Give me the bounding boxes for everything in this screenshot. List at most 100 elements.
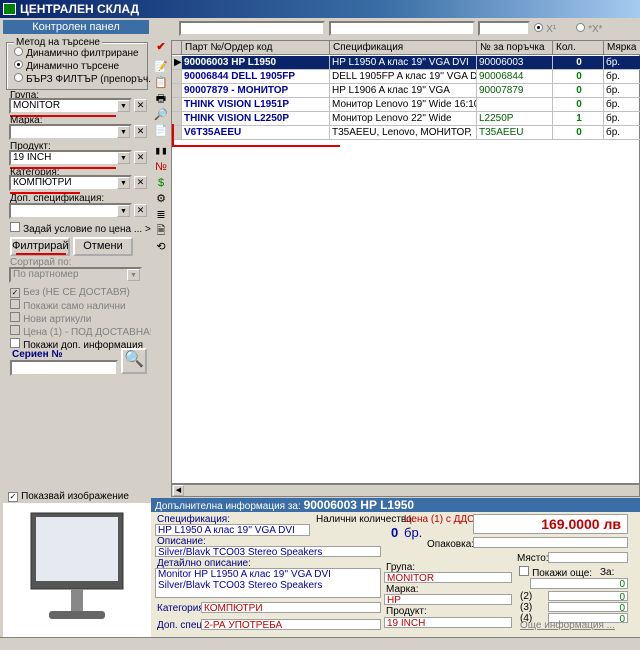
chevron-down-icon[interactable]: ▼ bbox=[117, 100, 130, 112]
cell-order: L2250P bbox=[477, 112, 553, 126]
cell-unit: бр. bbox=[604, 56, 640, 70]
info-header: Допълнителна информация за: 90006003 HP … bbox=[151, 498, 640, 512]
table-row[interactable]: THINK VISION L2250P Монитор Lenovo 22'' W… bbox=[172, 112, 640, 126]
dollar-icon[interactable]: $ bbox=[154, 176, 168, 190]
serial-input[interactable] bbox=[10, 360, 118, 376]
cell-order: T35AEEU bbox=[477, 126, 553, 140]
more-row-value: 0 bbox=[548, 591, 628, 601]
radio-x1[interactable]: X¹ bbox=[534, 23, 556, 35]
radio-selected-icon bbox=[14, 60, 23, 69]
price-condition-checkbox[interactable]: Задай условие по цена ... >> bbox=[10, 222, 157, 235]
info-price-label: Цена (1) с ДДС: bbox=[404, 514, 478, 525]
chevron-down-icon[interactable]: ▼ bbox=[117, 205, 130, 217]
barcode-icon[interactable]: ▮▮ bbox=[154, 144, 168, 158]
document-icon[interactable]: 📄 bbox=[154, 124, 168, 138]
info-category-label: Категория: bbox=[157, 603, 207, 614]
radio-dynamic-filter[interactable]: Динамично филтриране bbox=[14, 47, 139, 59]
cell-spec: Монитор Lenovo 22'' Wide bbox=[330, 112, 477, 126]
copy-icon[interactable]: 📋 bbox=[154, 76, 168, 90]
clear-product-button[interactable]: ✕ bbox=[134, 151, 147, 164]
info-product-label: Продукт: bbox=[386, 606, 427, 617]
list-icon[interactable]: ≣ bbox=[154, 208, 168, 222]
cell-code: THINK VISION L2250P bbox=[182, 112, 330, 126]
info-price-value: 169.0000 лв bbox=[473, 514, 628, 534]
table-row[interactable]: ▶ 90006003 HP L1950 HP L1950 A клас 19'' V… bbox=[172, 56, 640, 70]
info-brand-value: HP bbox=[384, 594, 512, 605]
cell-code: THINK VISION L1951P bbox=[182, 98, 330, 112]
clear-extra-spec-button[interactable]: ✕ bbox=[134, 204, 147, 217]
cell-qty: 1 bbox=[553, 112, 604, 126]
radio-icon bbox=[14, 73, 23, 82]
cell-qty: 0 bbox=[553, 84, 604, 98]
row-indicator bbox=[172, 98, 182, 112]
cancel-button[interactable]: Отмени bbox=[73, 237, 133, 256]
report-icon[interactable]: 🗎 bbox=[154, 224, 168, 238]
row-indicator-header bbox=[172, 41, 182, 55]
col-spec[interactable]: Спецификация bbox=[330, 41, 477, 55]
tools-icon[interactable]: ⚙ bbox=[154, 192, 168, 206]
clear-group-button[interactable]: ✕ bbox=[134, 99, 147, 112]
show-image-checkbox[interactable]: ✓ Показвай изображение bbox=[8, 490, 129, 502]
col-unit[interactable]: Мярка bbox=[604, 41, 640, 55]
monitor-image bbox=[30, 512, 124, 619]
chevron-down-icon[interactable]: ▼ bbox=[127, 269, 140, 281]
cell-unit: бр. bbox=[604, 84, 640, 98]
barcode-scan-button[interactable]: 🔍 bbox=[121, 348, 147, 374]
table-row[interactable]: 90007879 - МОНИТОР HP L1906 A клас 19'' V… bbox=[172, 84, 640, 98]
radio-x2[interactable]: *X* bbox=[576, 23, 603, 35]
cell-order: 90006844 bbox=[477, 70, 553, 84]
check-not-delivered[interactable]: ✓ Без (НЕ СЕ ДОСТАВЯ) bbox=[10, 286, 130, 298]
sort-select[interactable]: По партномер ▼ bbox=[9, 267, 142, 283]
checkbox-icon bbox=[10, 325, 20, 335]
chevron-down-icon[interactable]: ▼ bbox=[117, 126, 130, 138]
serial-number-icon[interactable]: № bbox=[154, 160, 168, 174]
col-part-no[interactable]: Парт №/Ордер код bbox=[182, 41, 330, 55]
checkbox-checked-icon: ✓ bbox=[8, 492, 18, 502]
search-order-input[interactable] bbox=[478, 21, 530, 36]
table-row[interactable]: V6T35AEEU T35AEEU, Lenovo, МОНИТОР, T35AEE… bbox=[172, 126, 640, 140]
more-row-label: (3) bbox=[520, 602, 533, 613]
clear-category-button[interactable]: ✕ bbox=[134, 176, 147, 189]
checkbox-checked-icon: ✓ bbox=[10, 288, 20, 298]
table-row[interactable]: 90006844 DELL 1905FP DELL 1905FP A клас 1… bbox=[172, 70, 640, 84]
cell-order bbox=[477, 98, 553, 112]
annotation-underline bbox=[172, 145, 340, 147]
check-only-available[interactable]: Покажи само налични bbox=[10, 299, 126, 312]
check-below-cost[interactable]: Цена (1) - ПОД ДОСТАВНА! bbox=[10, 325, 153, 338]
table-row[interactable]: THINK VISION L1951P Монитор Lenovo 19'' W… bbox=[172, 98, 640, 112]
chevron-down-icon[interactable]: ▼ bbox=[117, 177, 130, 189]
group-select[interactable]: MONITOR ▼ bbox=[9, 98, 132, 114]
edit-icon[interactable]: 📝 bbox=[154, 60, 168, 74]
control-panel-header: Контролен панел bbox=[3, 20, 149, 34]
clear-brand-button[interactable]: ✕ bbox=[134, 125, 147, 138]
cell-unit: бр. bbox=[604, 126, 640, 140]
cell-code: V6T35AEEU bbox=[182, 126, 330, 140]
horizontal-scrollbar[interactable]: ◀ bbox=[171, 484, 640, 497]
info-category-value: КОМПЮТРИ bbox=[201, 602, 381, 613]
check-new-items[interactable]: Нови артикули bbox=[10, 312, 91, 325]
search-icon[interactable]: 🔎 bbox=[154, 108, 168, 122]
radio-quick-filter[interactable]: БЪРЗ ФИЛТЪР (препоръч.) bbox=[14, 73, 154, 85]
radio-dynamic-search[interactable]: Динамично търсене bbox=[14, 60, 119, 72]
search-spec-input[interactable] bbox=[329, 21, 475, 36]
history-icon[interactable]: ⟲ bbox=[154, 240, 168, 254]
info-extra-value: 2-РА УПОТРЕБА bbox=[201, 619, 381, 630]
cell-unit: бр. bbox=[604, 98, 640, 112]
scroll-left-icon[interactable]: ◀ bbox=[173, 485, 184, 496]
brand-select[interactable]: ▼ bbox=[9, 124, 132, 140]
check-icon[interactable]: ✔ bbox=[154, 40, 168, 54]
print-icon[interactable]: 🖶 bbox=[154, 92, 168, 106]
row-indicator bbox=[172, 84, 182, 98]
more-info-link[interactable]: Още информация ... bbox=[520, 620, 615, 631]
search-partno-input[interactable] bbox=[179, 21, 325, 36]
cell-qty: 0 bbox=[553, 126, 604, 140]
cell-code: 90006844 DELL 1905FP bbox=[182, 70, 330, 84]
col-order-no[interactable]: № за поръчка bbox=[477, 41, 553, 55]
checkbox-icon bbox=[10, 222, 20, 232]
extra-spec-select[interactable]: ▼ bbox=[9, 203, 132, 219]
product-select[interactable]: 19 INCH ▼ bbox=[9, 150, 132, 166]
category-select[interactable]: КОМПЮТРИ ▼ bbox=[9, 175, 132, 191]
info-available-unit: бр. bbox=[404, 525, 423, 540]
col-qty[interactable]: Кол. bbox=[553, 41, 604, 55]
chevron-down-icon[interactable]: ▼ bbox=[117, 152, 130, 164]
